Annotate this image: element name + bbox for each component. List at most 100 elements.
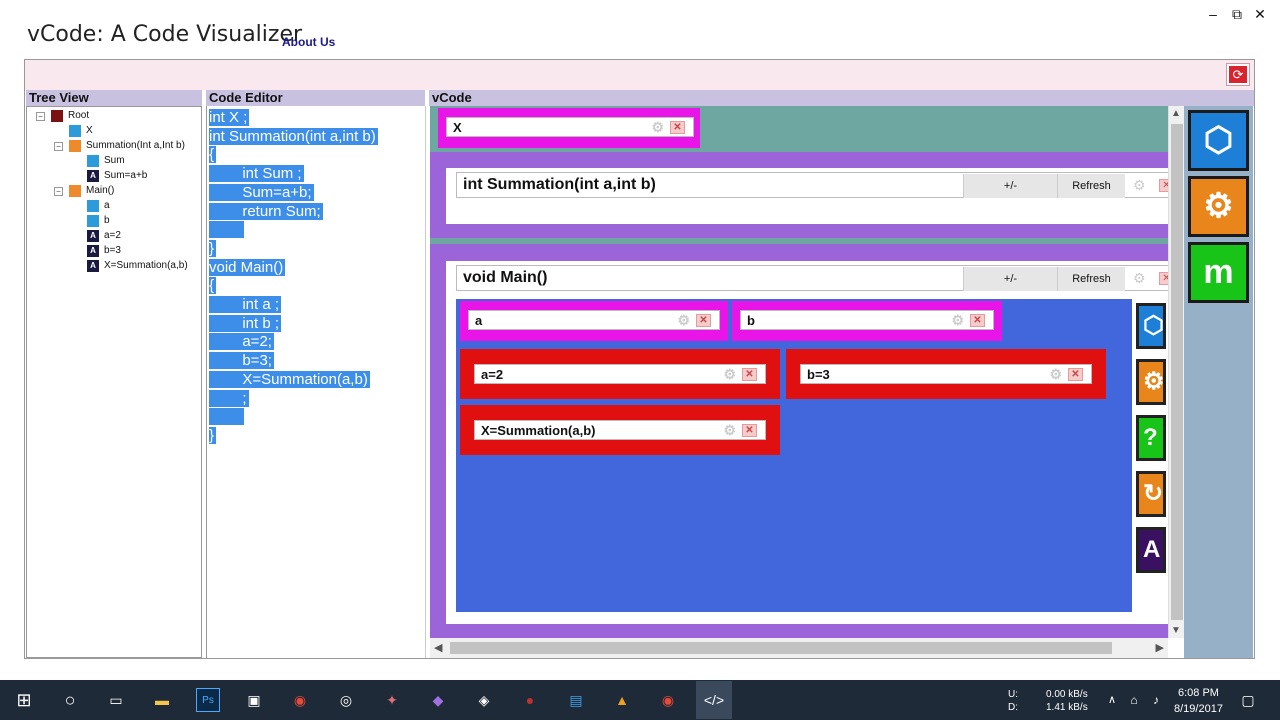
photoshop-icon[interactable]: Ps [196,688,220,712]
store-icon[interactable]: ▣ [242,688,266,712]
cycle-icon[interactable]: ↻ [1136,471,1166,517]
clock-time[interactable]: 6:08 PM [1178,687,1219,699]
tree-node[interactable]: − Root [36,109,89,123]
variable-icon [87,200,99,212]
delete-icon[interactable]: ✕ [1159,178,1168,192]
gear-icon[interactable]: ⚙ [1133,177,1146,194]
toggle-button[interactable]: +/- [963,267,1057,291]
assign-block-b[interactable]: b=3 ⚙ ✕ [786,349,1106,399]
steam-icon[interactable]: ◎ [334,688,358,712]
collapse-icon[interactable]: − [54,141,63,151]
scroll-thumb[interactable] [1171,124,1183,620]
tree-node[interactable]: Sum [87,154,125,168]
collapse-icon[interactable]: − [36,111,45,121]
minimize-button[interactable]: – [1203,6,1223,22]
volume-icon[interactable]: ♪ [1144,688,1168,712]
delete-icon[interactable]: ✕ [696,313,711,327]
restore-button[interactable]: ⧉ [1227,6,1247,23]
gear-icon[interactable]: ⚙ [723,366,736,383]
tree-node[interactable]: Ab=3 [87,244,121,258]
statement[interactable]: b ⚙ ✕ [740,310,994,330]
code-editor[interactable]: int X ; int Summation(int a,int b){ int S… [206,106,426,658]
gear-icon[interactable]: ⚙ [651,119,664,136]
visual-studio-icon[interactable]: ◆ [426,688,450,712]
chevron-up-icon[interactable]: ∧ [1100,688,1124,712]
network-icon[interactable]: ⌂ [1122,688,1146,712]
call-block[interactable]: X=Summation(a,b) ⚙ ✕ [460,405,780,455]
m-icon[interactable]: m [1188,242,1249,303]
scroll-thumb[interactable] [450,642,1112,654]
app-icon[interactable]: ✦ [380,688,404,712]
assign-block-a[interactable]: a=2 ⚙ ✕ [460,349,780,399]
about-us-link[interactable]: About Us [282,35,335,49]
vertical-scrollbar[interactable]: ▲ ▼ [1168,106,1184,638]
main-function-block[interactable]: void Main() +/- Refresh ⚙ ✕ a ⚙ ✕ b ⚙ ✕ [446,261,1168,624]
search-icon[interactable]: ○ [58,688,82,712]
app-icon[interactable]: ▤ [564,688,588,712]
app-icon[interactable]: ▲ [610,688,634,712]
tree-node[interactable]: − Summation(Int a,Int b) [54,139,185,153]
scroll-up-icon[interactable]: ▲ [1171,108,1181,119]
summation-function-block[interactable]: int Summation(int a,int b) +/- Refresh ⚙… [446,168,1168,224]
taskbar: ⊞ ○ ▭ ▬ Ps ▣ ◉ ◎ ✦ ◆ ◈ ● ▤ ▲ ◉ </> U: D:… [0,680,1280,720]
tree-node[interactable]: X [69,124,93,138]
collapse-icon[interactable]: − [54,186,63,196]
clock-date[interactable]: 8/19/2017 [1174,703,1223,715]
notifications-icon[interactable]: ▢ [1236,688,1260,712]
delete-icon[interactable]: ✕ [970,313,985,327]
tree-view[interactable]: − Root X − Summation(Int a,Int b) Sum A Sum=a+b… [26,106,202,658]
tree-node[interactable]: b [87,214,110,228]
scroll-right-icon[interactable]: ▶ [1156,641,1164,654]
var-block-b[interactable]: b ⚙ ✕ [732,301,1002,341]
gear-icon[interactable]: ⚙ [1136,359,1166,405]
global-var-block[interactable]: X ⚙ ✕ [438,108,700,148]
code-text: int X ; [209,109,250,126]
gear-icon[interactable]: ⚙ [723,422,736,439]
statement[interactable]: X=Summation(a,b) ⚙ ✕ [474,420,766,440]
code-text: int b ; [209,314,282,332]
delete-icon[interactable]: ✕ [742,367,757,381]
help-icon[interactable]: ? [1136,415,1166,461]
text-icon[interactable]: A [1136,527,1166,573]
chrome-icon[interactable]: ◉ [656,688,680,712]
vcode-canvas[interactable]: X ⚙ ✕ int Summation(int a,int b) +/- Ref… [430,106,1168,638]
gear-icon[interactable]: ⚙ [1133,270,1146,287]
toggle-button[interactable]: +/- [963,174,1057,198]
horizontal-scrollbar[interactable]: ◀ ▶ [430,638,1168,658]
file-explorer-icon[interactable]: ▬ [150,688,174,712]
tree-node[interactable]: A X=Summation(a,b) [87,259,188,273]
task-view-icon[interactable]: ▭ [104,688,128,712]
delete-icon[interactable]: ✕ [670,120,685,134]
statement[interactable]: a ⚙ ✕ [468,310,720,330]
gear-icon[interactable]: ⚙ [677,312,690,329]
unity-icon[interactable]: ◈ [472,688,496,712]
gears-icon[interactable]: ⚙ [1188,176,1249,237]
statement[interactable]: a=2 ⚙ ✕ [474,364,766,384]
chrome-icon[interactable]: ◉ [288,688,312,712]
refresh-button[interactable]: Refresh [1057,174,1125,198]
tree-node[interactable]: − Main() [54,184,114,198]
gear-icon[interactable]: ⚙ [1049,366,1062,383]
global-var-statement[interactable]: X ⚙ ✕ [446,117,694,137]
box-icon[interactable]: ⬡ [1136,303,1166,349]
side-toolbar: ⬡ ⚙ m [1184,106,1253,658]
net-down-value: 1.41 kB/s [1046,702,1088,713]
tree-node[interactable]: a [87,199,110,213]
vcode-taskbar-icon[interactable]: </> [696,681,732,719]
statement[interactable]: b=3 ⚙ ✕ [800,364,1092,384]
tree-node[interactable]: Aa=2 [87,229,121,243]
refresh-button[interactable]: Refresh [1057,267,1125,291]
tree-node[interactable]: A Sum=a+b [87,169,147,183]
var-block-a[interactable]: a ⚙ ✕ [460,301,728,341]
delete-icon[interactable]: ✕ [742,423,757,437]
app-icon[interactable]: ● [518,688,542,712]
delete-icon[interactable]: ✕ [1159,271,1168,285]
close-button[interactable]: ✕ [1250,6,1270,23]
delete-icon[interactable]: ✕ [1068,367,1083,381]
box-icon[interactable]: ⬡ [1188,110,1249,171]
gear-icon[interactable]: ⚙ [951,312,964,329]
refresh-icon[interactable]: ⟳ [1226,63,1250,86]
scroll-down-icon[interactable]: ▼ [1171,625,1181,636]
scroll-left-icon[interactable]: ◀ [434,641,442,654]
windows-start-icon[interactable]: ⊞ [12,688,36,712]
